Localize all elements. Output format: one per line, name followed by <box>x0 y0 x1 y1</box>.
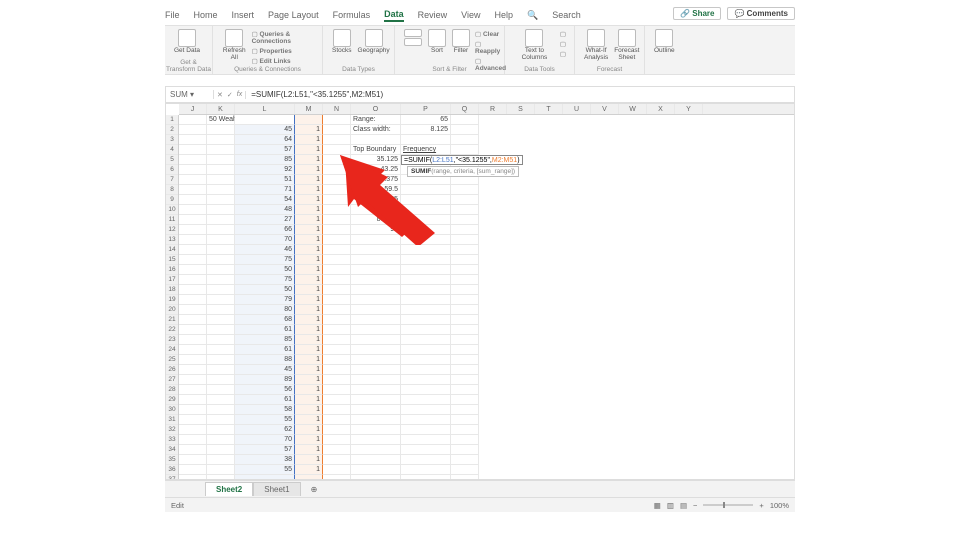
tab-page-layout[interactable]: Page Layout <box>268 10 319 20</box>
tab-view[interactable]: View <box>461 10 480 20</box>
search[interactable]: Search <box>552 10 581 20</box>
status-mode: Edit <box>171 501 184 510</box>
zoom-slider[interactable] <box>703 504 753 506</box>
function-tooltip: SUMIF(range, criteria, [sum_range]) <box>407 166 519 177</box>
column-headers[interactable]: JKLMNOPQRSTUVWXY <box>179 104 794 115</box>
row-headers[interactable]: 1234567891011121314151617181920212223242… <box>166 115 179 479</box>
spreadsheet-grid[interactable]: JKLMNOPQRSTUVWXY 12345678910111213141516… <box>165 103 795 480</box>
tab-data[interactable]: Data <box>384 9 404 22</box>
ribbon: Get Data Get & Transform Data Refresh Al… <box>165 25 795 75</box>
view-layout-icon[interactable]: ▥ <box>667 501 674 510</box>
reapply[interactable]: ▢ Reapply <box>475 40 506 55</box>
tab-help[interactable]: Help <box>495 10 514 20</box>
whatif-button[interactable]: What-If Analysis <box>584 29 608 61</box>
tab-file[interactable]: File <box>165 10 180 20</box>
forecast-button[interactable]: Forecast Sheet <box>614 29 639 61</box>
sheet-tab-sheet2[interactable]: Sheet2 <box>205 482 253 496</box>
status-bar: Edit ▦ ▥ ▤ − + 100% <box>165 497 795 512</box>
active-cell-edit[interactable]: =SUMIF(L2:L51,"<35.1255",M2:M51) <box>401 155 523 165</box>
enter-icon[interactable]: ✓ <box>227 91 233 99</box>
tab-insert[interactable]: Insert <box>232 10 255 20</box>
share-button[interactable]: 🔗 Share <box>673 7 721 20</box>
formula-input[interactable]: =SUMIF(L2:L51,"<35.1255",M2:M51) <box>246 90 388 99</box>
get-data-button[interactable]: Get Data <box>174 29 200 55</box>
stocks-button[interactable]: Stocks <box>332 29 352 55</box>
zoom-out-icon[interactable]: − <box>693 501 697 510</box>
properties[interactable]: ▢ Properties <box>252 47 314 55</box>
zoom-in-icon[interactable]: + <box>759 501 763 510</box>
name-box[interactable]: SUM ▾ <box>166 90 214 99</box>
tab-formulas[interactable]: Formulas <box>333 10 371 20</box>
edit-links[interactable]: ▢ Edit Links <box>252 57 314 65</box>
sheet-tab-sheet1[interactable]: Sheet1 <box>253 482 300 496</box>
outline-button[interactable]: Outline <box>654 29 675 55</box>
formula-bar: SUM ▾ ✕ ✓ fx =SUMIF(L2:L51,"<35.1255",M2… <box>165 86 795 103</box>
cancel-icon[interactable]: ✕ <box>217 91 223 99</box>
clear[interactable]: ▢ Clear <box>475 30 506 38</box>
ribbon-tabs: File Home Insert Page Layout Formulas Da… <box>165 7 581 23</box>
refresh-all-button[interactable]: Refresh All <box>222 29 247 66</box>
tab-review[interactable]: Review <box>418 10 448 20</box>
zoom-level[interactable]: 100% <box>770 501 789 510</box>
text-to-columns-button[interactable]: Text to Columns <box>514 29 555 61</box>
geography-button[interactable]: Geography <box>358 29 390 55</box>
fx-icon[interactable]: fx <box>237 91 242 99</box>
sheet-tab-bar: Sheet2 Sheet1 ⊕ <box>165 480 795 497</box>
tab-home[interactable]: Home <box>194 10 218 20</box>
view-break-icon[interactable]: ▤ <box>680 501 687 510</box>
add-sheet-button[interactable]: ⊕ <box>301 483 328 496</box>
comments-button[interactable]: 💬 Comments <box>727 7 795 20</box>
queries-conn[interactable]: ▢ Queries & Connections <box>252 30 314 45</box>
view-normal-icon[interactable]: ▦ <box>654 501 661 510</box>
